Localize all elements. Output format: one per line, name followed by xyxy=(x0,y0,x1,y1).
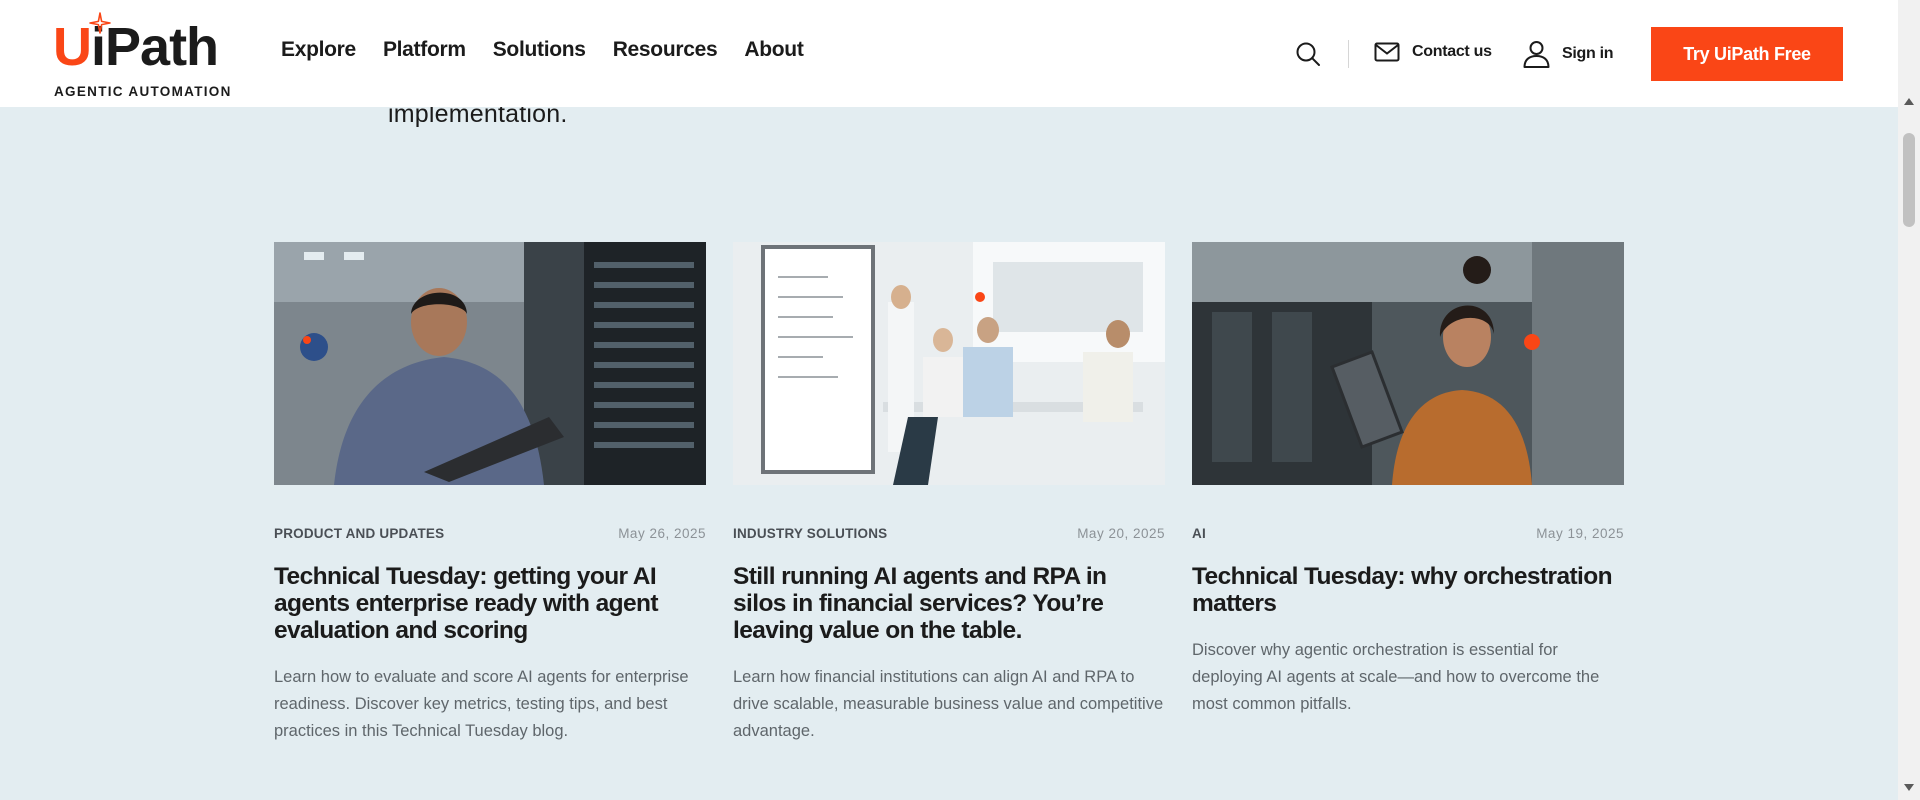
blog-card-title[interactable]: Still running AI agents and RPA in silos… xyxy=(733,563,1165,644)
page-scrollbar[interactable] xyxy=(1898,0,1920,800)
blog-card[interactable]: PRODUCT AND UPDATES May 26, 2025 Technic… xyxy=(274,242,706,745)
main-nav: Explore Platform Solutions Resources Abo… xyxy=(281,38,831,62)
category-label[interactable]: AI xyxy=(1192,526,1206,541)
blog-card-title[interactable]: Technical Tuesday: getting your AI agent… xyxy=(274,563,706,644)
blog-card[interactable]: AI May 19, 2025 Technical Tuesday: why o… xyxy=(1192,242,1624,718)
blog-card-title[interactable]: Technical Tuesday: why orchestration mat… xyxy=(1192,563,1624,617)
nav-explore[interactable]: Explore xyxy=(281,38,356,62)
scroll-up-arrow-icon[interactable] xyxy=(1904,98,1914,105)
user-icon xyxy=(1523,41,1550,68)
blog-card-description: Learn how financial institutions can ali… xyxy=(733,668,1164,740)
contact-us-label: Contact us xyxy=(1412,43,1492,60)
nav-resources[interactable]: Resources xyxy=(613,38,718,62)
nav-solutions[interactable]: Solutions xyxy=(493,38,586,62)
header-divider xyxy=(1348,40,1349,68)
site-header: UiPath AGENTIC AUTOMATION Explore Platfo… xyxy=(0,0,1898,107)
sign-in-label: Sign in xyxy=(1562,45,1614,62)
uipath-logo[interactable]: UiPath AGENTIC AUTOMATION xyxy=(53,12,230,100)
blog-card[interactable]: INDUSTRY SOLUTIONS May 20, 2025 Still ru… xyxy=(733,242,1165,745)
blog-card-meta: PRODUCT AND UPDATES May 26, 2025 xyxy=(274,526,706,541)
nav-about[interactable]: About xyxy=(744,38,803,62)
contact-us-link[interactable]: Contact us xyxy=(1374,42,1492,62)
category-label[interactable]: INDUSTRY SOLUTIONS xyxy=(733,526,887,541)
blog-card-image[interactable] xyxy=(274,242,706,485)
blog-card-image[interactable] xyxy=(1192,242,1624,485)
try-uipath-free-button[interactable]: Try UiPath Free xyxy=(1651,27,1843,81)
nav-platform[interactable]: Platform xyxy=(383,38,466,62)
blog-card-image[interactable] xyxy=(733,242,1165,485)
blog-card-description: Learn how to evaluate and score AI agent… xyxy=(274,668,689,740)
scroll-down-arrow-icon[interactable] xyxy=(1904,784,1914,791)
logo-tagline: AGENTIC AUTOMATION xyxy=(54,84,232,99)
date-label: May 19, 2025 xyxy=(1536,526,1624,541)
date-label: May 26, 2025 xyxy=(618,526,706,541)
sign-in-link[interactable]: Sign in xyxy=(1523,40,1614,68)
scrollbar-thumb[interactable] xyxy=(1903,133,1915,227)
blog-card-meta: INDUSTRY SOLUTIONS May 20, 2025 xyxy=(733,526,1165,541)
search-icon[interactable] xyxy=(1294,40,1322,68)
mail-icon xyxy=(1374,42,1400,62)
sparkle-icon xyxy=(89,12,111,34)
category-label[interactable]: PRODUCT AND UPDATES xyxy=(274,526,444,541)
blog-card-meta: AI May 19, 2025 xyxy=(1192,526,1624,541)
date-label: May 20, 2025 xyxy=(1077,526,1165,541)
logo-wordmark: UiPath xyxy=(53,17,219,77)
blog-card-description: Discover why agentic orchestration is es… xyxy=(1192,641,1600,713)
